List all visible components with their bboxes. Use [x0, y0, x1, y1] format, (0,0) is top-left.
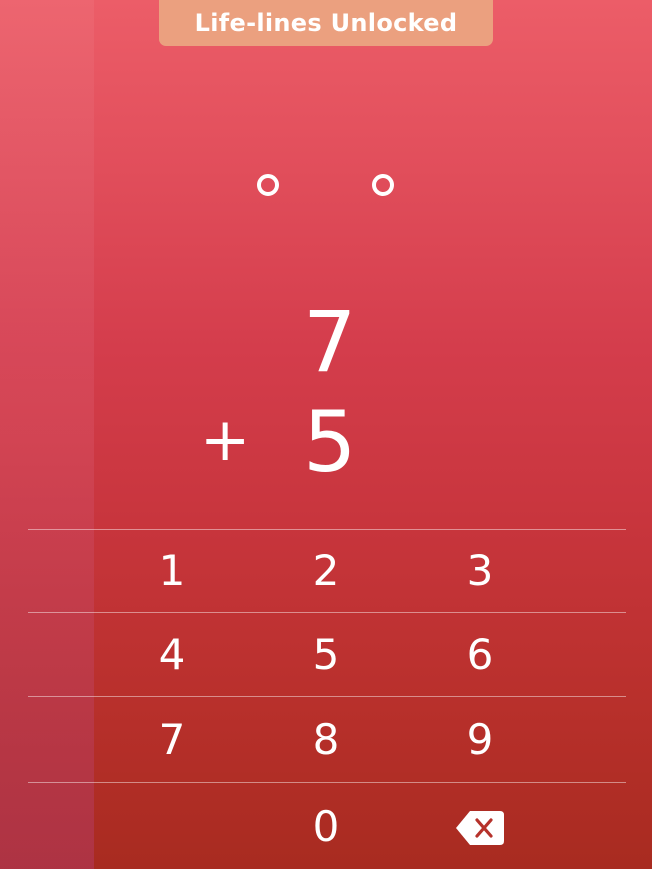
key-5[interactable]: 5 — [286, 624, 366, 684]
key-9[interactable]: 9 — [440, 709, 520, 769]
keypad-divider — [28, 696, 626, 697]
key-0[interactable]: 0 — [286, 796, 366, 856]
key-3[interactable]: 3 — [440, 540, 520, 600]
key-6[interactable]: 6 — [440, 624, 520, 684]
key-2[interactable]: 2 — [286, 540, 366, 600]
progress-dot-2 — [372, 174, 394, 196]
keypad-divider — [28, 782, 626, 783]
backspace-button[interactable] — [456, 811, 504, 845]
top-operand: 7 — [303, 293, 357, 391]
key-7[interactable]: 7 — [132, 709, 212, 769]
backspace-icon — [456, 811, 504, 845]
lifelines-banner[interactable]: Life-lines Unlocked — [159, 0, 493, 46]
operator-sign: + — [200, 405, 251, 475]
bottom-operand: 5 — [303, 393, 357, 491]
key-1[interactable]: 1 — [132, 540, 212, 600]
key-4[interactable]: 4 — [132, 624, 212, 684]
keypad-divider — [28, 529, 626, 530]
progress-dot-1 — [257, 174, 279, 196]
key-8[interactable]: 8 — [286, 709, 366, 769]
keypad-divider — [28, 612, 626, 613]
side-panel-strip — [0, 0, 94, 869]
